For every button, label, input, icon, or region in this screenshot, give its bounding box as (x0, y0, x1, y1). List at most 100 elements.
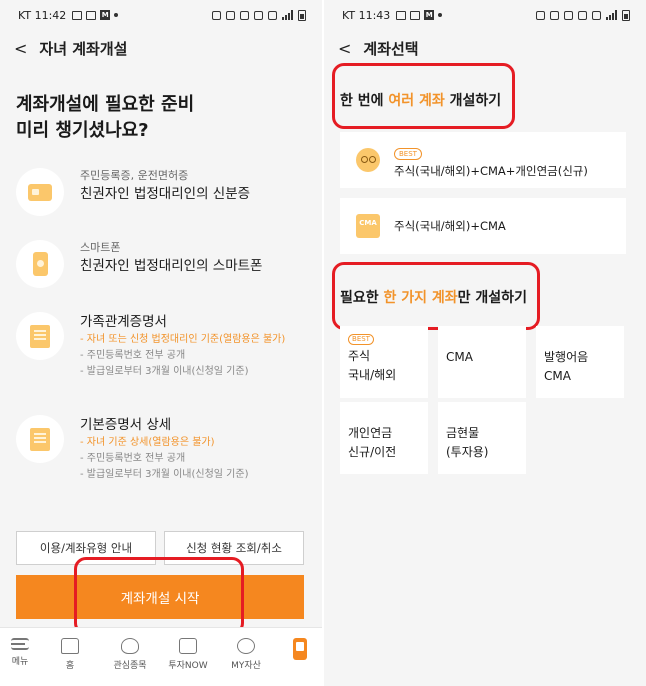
gallery-icon (396, 10, 407, 20)
alarm-icon (226, 10, 235, 20)
heart-icon (121, 638, 139, 654)
mute-icon (564, 10, 573, 20)
tab-invest-now[interactable]: 투자NOW (158, 638, 218, 671)
tile-line-1: 발행어음 (544, 350, 589, 364)
tile-line-1: 주식 (348, 349, 371, 363)
doc-main: 친권자인 법정대리인의 신분증 (80, 186, 251, 202)
app-notification-icon: M (424, 10, 435, 20)
gallery-icon (72, 10, 83, 20)
single-account-cma[interactable]: CMA (438, 326, 526, 398)
mute-icon (240, 10, 249, 20)
data-icon (592, 10, 601, 20)
tab-app[interactable] (270, 638, 322, 660)
monitor-icon (179, 638, 197, 654)
highlight-outline (74, 557, 244, 635)
signal-icon (606, 10, 617, 20)
lock-icon (212, 10, 221, 20)
doc-icon-circle (16, 240, 64, 288)
doc-note: - 주민등록번호 전부 공개 (80, 350, 186, 361)
doc-item-basic: 기본증명서 상세 - 자녀 기준 상세(열람용은 불가) - 주민등록번호 전부… (16, 415, 312, 483)
right-screen: KT 11:43 M < 계좌선택 한 번에 여러 계좌 개설하기 BEST 주… (324, 0, 646, 686)
more-dot-icon (114, 13, 119, 17)
doc-main: 친권자인 법정대리인의 스마트폰 (80, 258, 263, 274)
document-icon (30, 324, 50, 348)
doc-icon-circle (16, 168, 64, 216)
more-dot-icon (438, 13, 443, 17)
signal-icon (282, 10, 293, 20)
tile-line-1: CMA (446, 350, 473, 364)
app-icon (293, 638, 307, 660)
data-icon (268, 10, 277, 20)
tab-home[interactable]: 홈 (40, 638, 100, 671)
battery-icon (622, 9, 630, 21)
status-bar: KT 11:43 M (342, 6, 630, 24)
doc-sub: 스마트폰 (80, 241, 121, 254)
cma-icon: CMA (356, 214, 380, 238)
best-badge: BEST (348, 334, 374, 345)
single-account-stock[interactable]: BEST 주식 국내/해외 (340, 326, 428, 398)
status-time: KT 11:43 (342, 8, 391, 22)
tile-line-2: (투자용) (446, 445, 489, 459)
doc-item-phone: 스마트폰 친권자인 법정대리인의 스마트폰 (16, 240, 312, 288)
back-button[interactable]: < (338, 39, 351, 58)
bundle-card-stock-cma[interactable]: CMA 주식(국내/해외)+CMA (340, 198, 626, 254)
doc-main: 기본증명서 상세 (80, 417, 172, 433)
home-icon (61, 638, 79, 654)
bundle-label: 주식(국내/해외)+CMA (394, 219, 506, 233)
gallery-icon (86, 10, 97, 20)
tab-my-assets[interactable]: MY자산 (216, 638, 276, 671)
doc-note: - 주민등록번호 전부 공개 (80, 453, 186, 464)
tile-line-2: 국내/해외 (348, 368, 397, 382)
bottom-tab-bar: 메뉴 홈 관심종목 투자NOW MY자산 (0, 627, 322, 686)
hd-icon (254, 10, 263, 20)
tile-line-1: 금현물 (446, 426, 480, 440)
pie-chart-icon (237, 638, 255, 654)
hd-icon (578, 10, 587, 20)
doc-main: 가족관계증명서 (80, 314, 167, 330)
doc-note-highlight: - 자녀 기준 상세(열람용은 불가) (80, 437, 215, 448)
intro-line-2: 미리 챙기셨나요? (16, 120, 149, 141)
intro-line-1: 계좌개설에 필요한 준비 (16, 94, 195, 115)
id-card-icon (28, 183, 52, 201)
tile-line-2: CMA (544, 369, 571, 383)
face-icon (356, 148, 380, 172)
page-header: < 자녀 계좌개설 (14, 36, 127, 60)
best-badge: BEST (394, 148, 422, 160)
intro-heading: 계좌개설에 필요한 준비 미리 챙기셨나요? (16, 92, 194, 144)
doc-item-family: 가족관계증명서 - 자녀 또는 신청 법정대리인 기준(열람용은 불가) - 주… (16, 312, 312, 380)
status-time: KT 11:42 (18, 8, 67, 22)
menu-icon (11, 638, 29, 650)
single-account-note[interactable]: 발행어음 CMA (536, 326, 624, 398)
gallery-icon (410, 10, 421, 20)
doc-icon-circle (16, 312, 64, 360)
tab-label: MY자산 (231, 661, 261, 671)
doc-note: - 발급일로부터 3개월 이내(신청일 기준) (80, 469, 249, 480)
tab-label: 투자NOW (168, 661, 208, 671)
tab-watchlist[interactable]: 관심종목 (100, 638, 160, 671)
highlight-outline (332, 262, 540, 330)
single-account-gold[interactable]: 금현물 (투자용) (438, 402, 526, 474)
battery-icon (298, 9, 306, 21)
smartphone-icon (32, 252, 48, 276)
document-icon (30, 427, 50, 451)
tile-line-2: 신규/이전 (348, 445, 397, 459)
bundle-card-full[interactable]: BEST 주식(국내/해외)+CMA+개인연금(신규) (340, 132, 626, 188)
app-notification-icon: M (100, 10, 111, 20)
doc-note-highlight: - 자녀 또는 신청 법정대리인 기준(열람용은 불가) (80, 334, 286, 345)
tile-line-1: 개인연금 (348, 426, 393, 440)
status-bar: KT 11:42 M (18, 6, 306, 24)
lock-icon (536, 10, 545, 20)
page-header: < 계좌선택 (338, 36, 419, 60)
doc-icon-circle (16, 415, 64, 463)
doc-note: - 발급일로부터 3개월 이내(신청일 기준) (80, 366, 249, 377)
highlight-outline (332, 63, 515, 129)
tab-label: 관심종목 (113, 661, 147, 671)
page-title: 계좌선택 (363, 39, 419, 58)
left-screen: KT 11:42 M < 자녀 계좌개설 계좌개설에 필요한 준비 미리 챙기셨… (0, 0, 322, 686)
doc-item-id: 주민등록증, 운전면허증 친권자인 법정대리인의 신분증 (16, 168, 312, 216)
single-account-pension[interactable]: 개인연금 신규/이전 (340, 402, 428, 474)
back-button[interactable]: < (14, 39, 27, 58)
page-title: 자녀 계좌개설 (39, 39, 128, 58)
tab-label: 홈 (65, 661, 75, 671)
doc-sub: 주민등록증, 운전면허증 (80, 169, 189, 182)
